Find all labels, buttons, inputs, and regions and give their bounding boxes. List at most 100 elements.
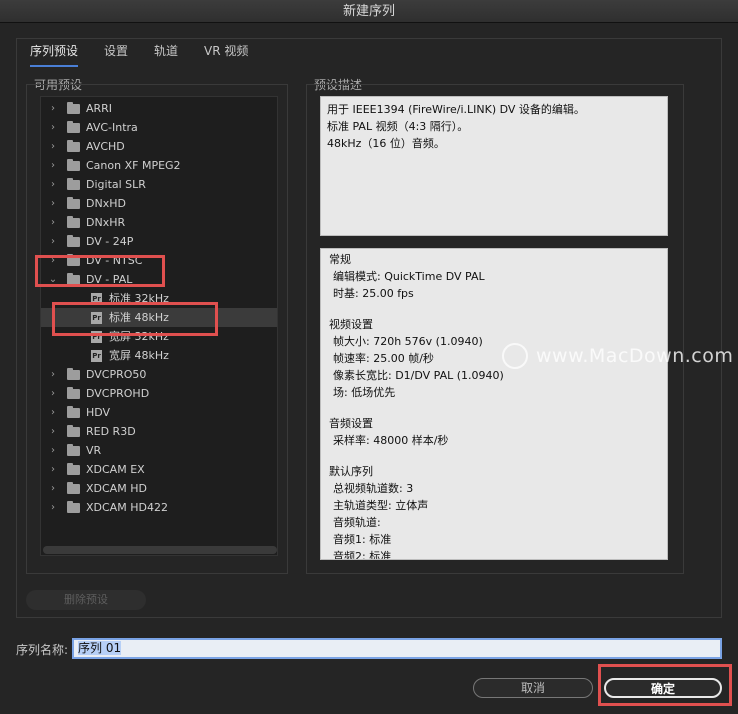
watermark-logo-icon: [502, 343, 528, 369]
detail-line: 音频轨道:: [333, 516, 381, 529]
chevron-right-icon[interactable]: ›: [47, 251, 59, 270]
tree-folder[interactable]: › DVCPROHD: [41, 384, 277, 403]
folder-icon: [67, 235, 80, 247]
tree-folder[interactable]: › DV - 24P: [41, 232, 277, 251]
detail-heading: 视频设置: [329, 318, 373, 331]
folder-icon: [67, 159, 80, 171]
sequence-name-value: 序列 01: [78, 641, 122, 655]
folder-icon: [67, 273, 80, 285]
tree-item-label: RED R3D: [86, 425, 136, 438]
tree-item-label: Canon XF MPEG2: [86, 159, 181, 172]
tab-0[interactable]: 序列预设: [30, 42, 79, 67]
tree-item-label: 标准 32kHz: [109, 292, 169, 305]
tree-item-label: VR: [86, 444, 102, 457]
folder-icon: [67, 444, 80, 456]
folder-icon: [67, 216, 80, 228]
tab-2[interactable]: 轨道: [154, 42, 178, 62]
detail-heading: 音频设置: [329, 417, 373, 430]
summary-line: 48kHz（16 位）音频。: [327, 137, 445, 150]
chevron-right-icon[interactable]: ›: [47, 118, 59, 137]
cancel-button[interactable]: 取消: [473, 678, 593, 698]
folder-icon: [67, 178, 80, 190]
tree-item-label: DVCPRO50: [86, 368, 147, 381]
detail-line: 编辑模式: QuickTime DV PAL: [333, 270, 485, 283]
detail-spacer: [329, 449, 659, 463]
tree-folder[interactable]: › Digital SLR: [41, 175, 277, 194]
tree-item-label: AVC-Intra: [86, 121, 138, 134]
chevron-right-icon[interactable]: ›: [47, 213, 59, 232]
folder-icon: [67, 368, 80, 380]
chevron-right-icon[interactable]: ›: [47, 479, 59, 498]
tree-folder[interactable]: › ARRI: [41, 99, 277, 118]
chevron-right-icon[interactable]: ›: [47, 232, 59, 251]
tree-folder[interactable]: › AVCHD: [41, 137, 277, 156]
chevron-right-icon[interactable]: ›: [47, 498, 59, 517]
tree-folder[interactable]: › VR: [41, 441, 277, 460]
detail-line: 音频1: 标准: [333, 533, 392, 546]
tree-scrollbar[interactable]: [43, 546, 277, 554]
chevron-down-icon[interactable]: ⌄: [47, 270, 59, 289]
tab-1[interactable]: 设置: [104, 42, 128, 62]
sequence-name-input[interactable]: 序列 01: [72, 638, 722, 659]
chevron-right-icon[interactable]: ›: [47, 460, 59, 479]
chevron-right-icon[interactable]: ›: [47, 137, 59, 156]
tree-item-label: ARRI: [86, 102, 113, 115]
tree-item-label: DV - 24P: [86, 235, 134, 248]
folder-icon: [67, 140, 80, 152]
tree-item-label: 标准 48kHz: [109, 311, 169, 324]
chevron-right-icon[interactable]: ›: [47, 422, 59, 441]
tree-preset[interactable]: Pr 宽屏 32kHz: [41, 327, 277, 346]
chevron-right-icon[interactable]: ›: [47, 403, 59, 422]
ok-button[interactable]: 确定: [604, 678, 722, 698]
detail-line: 总视频轨道数: 3: [333, 482, 414, 495]
tree-folder[interactable]: › XDCAM EX: [41, 460, 277, 479]
tree-folder[interactable]: › XDCAM HD422: [41, 498, 277, 517]
tree-folder[interactable]: › DNxHR: [41, 213, 277, 232]
chevron-right-icon[interactable]: ›: [47, 156, 59, 175]
folder-icon: [67, 197, 80, 209]
folder-icon: [67, 425, 80, 437]
tree-item-label: XDCAM HD422: [86, 501, 168, 514]
detail-spacer: [329, 401, 659, 415]
window-title: 新建序列: [0, 0, 738, 23]
tree-item-label: DV - NTSC: [86, 254, 143, 267]
tree-preset[interactable]: Pr 宽屏 48kHz: [41, 346, 277, 365]
detail-line: 像素长宽比: D1/DV PAL (1.0940): [333, 369, 504, 382]
tree-item-label: 宽屏 48kHz: [109, 349, 169, 362]
tree-folder[interactable]: › DNxHD: [41, 194, 277, 213]
tree-folder[interactable]: › XDCAM HD: [41, 479, 277, 498]
tab-bar: 序列预设 设置 轨道 VR 视频: [16, 42, 260, 67]
detail-line: 采样率: 48000 样本/秒: [333, 434, 449, 447]
tree-preset[interactable]: Pr 标准 48kHz: [41, 308, 277, 327]
chevron-right-icon[interactable]: ›: [47, 175, 59, 194]
tree-folder[interactable]: ⌄ DV - PAL: [41, 270, 277, 289]
tree-folder[interactable]: › DVCPRO50: [41, 365, 277, 384]
chevron-right-icon[interactable]: ›: [47, 384, 59, 403]
tree-folder[interactable]: › RED R3D: [41, 422, 277, 441]
chevron-right-icon[interactable]: ›: [47, 99, 59, 118]
tree-item-label: DNxHD: [86, 197, 126, 210]
tree-item-label: HDV: [86, 406, 111, 419]
preset-summary: 用于 IEEE1394 (FireWire/i.LINK) DV 设备的编辑。标…: [320, 96, 668, 236]
folder-icon: [67, 501, 80, 513]
tree-preset[interactable]: Pr 标准 32kHz: [41, 289, 277, 308]
tab-3[interactable]: VR 视频: [204, 42, 248, 62]
chevron-right-icon[interactable]: ›: [47, 365, 59, 384]
chevron-right-icon[interactable]: ›: [47, 441, 59, 460]
premiere-file-icon: Pr: [91, 312, 102, 324]
tree-folder[interactable]: › HDV: [41, 403, 277, 422]
summary-line: 标准 PAL 视频（4:3 隔行）。: [327, 120, 469, 133]
folder-icon: [67, 482, 80, 494]
preset-details: 常规 编辑模式: QuickTime DV PAL 时基: 25.00 fps 视频设…: [320, 248, 668, 560]
tree-folder[interactable]: › Canon XF MPEG2: [41, 156, 277, 175]
tree-folder[interactable]: › DV - NTSC: [41, 251, 277, 270]
detail-line: 主轨道类型: 立体声: [333, 499, 429, 512]
preset-tree[interactable]: › ARRI › AVC-Intra › AVCHD › Canon XF MPEG2 › Dig…: [40, 96, 278, 556]
detail-line: 音频2: 标准: [333, 550, 392, 560]
delete-preset-button[interactable]: 删除预设: [26, 590, 146, 610]
sequence-name-label: 序列名称:: [16, 643, 69, 657]
tree-folder[interactable]: › AVC-Intra: [41, 118, 277, 137]
folder-icon: [67, 102, 80, 114]
chevron-right-icon[interactable]: ›: [47, 194, 59, 213]
detail-heading: 常规: [329, 253, 351, 266]
